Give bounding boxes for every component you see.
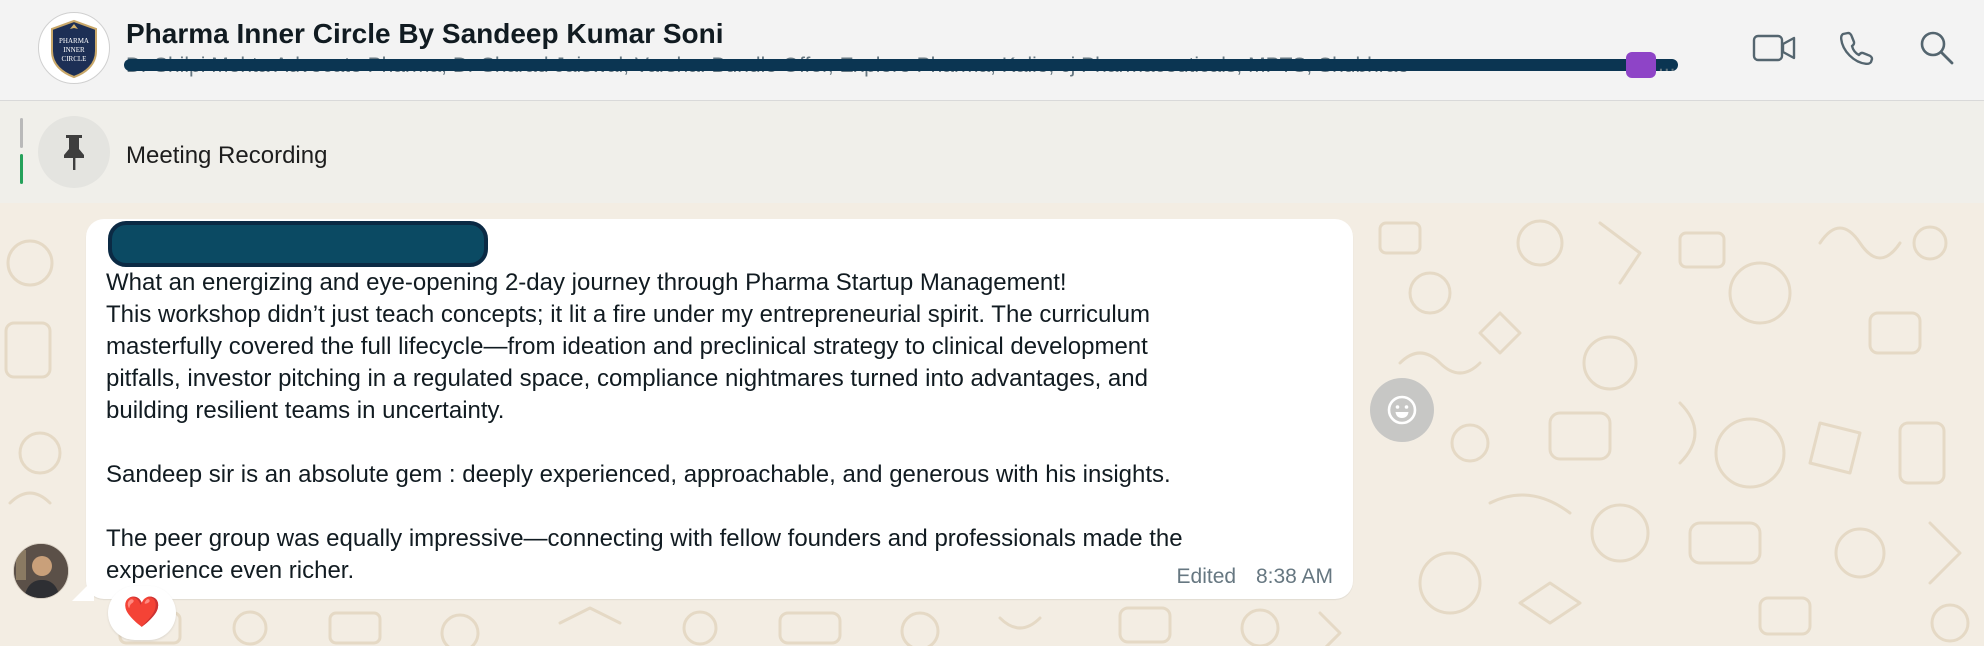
chat-header: PHARMA INNER CIRCLE Pharma Inner Circle …: [0, 0, 1984, 101]
group-name[interactable]: Pharma Inner Circle By Sandeep Kumar Son…: [126, 18, 724, 50]
message-line: What an energizing and eye-opening 2-day…: [106, 269, 1067, 296]
members-redaction: [124, 59, 1678, 71]
message-line: Sandeep sir is an absolute gem : deeply …: [106, 461, 1171, 488]
svg-text:CIRCLE: CIRCLE: [62, 55, 87, 63]
phone-icon: [1839, 31, 1874, 66]
sender-name-redaction: [108, 221, 488, 267]
pinned-message-bar[interactable]: Meeting Recording: [0, 101, 1984, 203]
message-line: masterfully covered the full lifecycle—f…: [106, 333, 1148, 360]
message-line: experience even richer.: [106, 557, 355, 584]
edited-label: Edited: [1176, 565, 1237, 588]
message-time: 8:38 AM: [1255, 565, 1333, 588]
pin-indicator-inactive: [20, 118, 23, 148]
search-icon: [1920, 31, 1954, 65]
smiley-icon: [1387, 395, 1417, 425]
message-bubble[interactable]: What an energizing and eye-opening 2-day…: [86, 219, 1353, 599]
group-avatar[interactable]: PHARMA INNER CIRCLE: [38, 12, 110, 84]
message-line: pitfalls, investor pitching in a regulat…: [106, 365, 1148, 392]
reaction-heart[interactable]: ❤️: [108, 586, 176, 640]
svg-text:INNER: INNER: [63, 46, 85, 54]
pin-indicator-active: [20, 154, 23, 184]
heart-icon: ❤️: [123, 596, 161, 629]
member-emoji-badge: [1626, 52, 1656, 78]
members-ellipsis: ...: [1658, 53, 1676, 76]
bubble-tail: [72, 579, 94, 601]
pinned-message-label: Meeting Recording: [126, 142, 328, 169]
message-line: building resilient teams in uncertainty.: [106, 397, 505, 424]
message-line: The peer group was equally impressive—co…: [106, 525, 1183, 552]
voice-call-button[interactable]: [1833, 24, 1881, 72]
message-meta: Edited 8:38 AM: [1177, 565, 1333, 589]
person-avatar-icon: [14, 544, 68, 598]
search-button[interactable]: [1913, 24, 1961, 72]
chat-area: What an energizing and eye-opening 2-day…: [0, 203, 1984, 646]
pin-icon: [64, 135, 84, 170]
video-call-button[interactable]: [1750, 24, 1798, 72]
pin-icon-circle: [38, 116, 110, 188]
message-body: What an energizing and eye-opening 2-day…: [106, 267, 1336, 587]
sender-avatar[interactable]: [13, 543, 69, 599]
svg-text:PHARMA: PHARMA: [59, 37, 89, 45]
message-line: This workshop didn’t just teach concepts…: [106, 301, 1151, 328]
pharma-inner-circle-logo: PHARMA INNER CIRCLE: [51, 19, 97, 79]
add-reaction-button[interactable]: [1370, 378, 1434, 442]
video-camera-icon: [1752, 34, 1796, 62]
